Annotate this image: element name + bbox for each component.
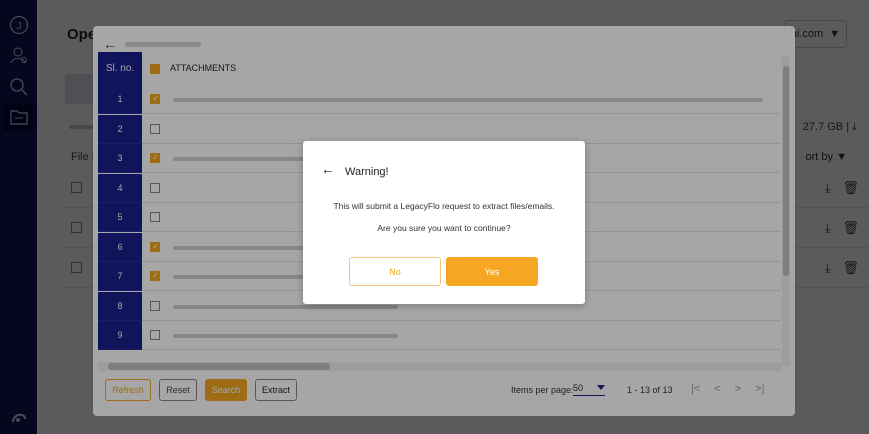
modal-question: Are you sure you want to continue?: [377, 223, 511, 233]
no-button[interactable]: No: [349, 257, 441, 286]
yes-button[interactable]: Yes: [446, 257, 538, 286]
modal-message: This will submit a LegacyFlo request to …: [333, 201, 555, 211]
modal-title: Warning!: [345, 166, 389, 178]
back-arrow-icon[interactable]: ←: [321, 161, 335, 177]
warning-modal: ← Warning! This will submit a LegacyFlo …: [303, 141, 585, 304]
